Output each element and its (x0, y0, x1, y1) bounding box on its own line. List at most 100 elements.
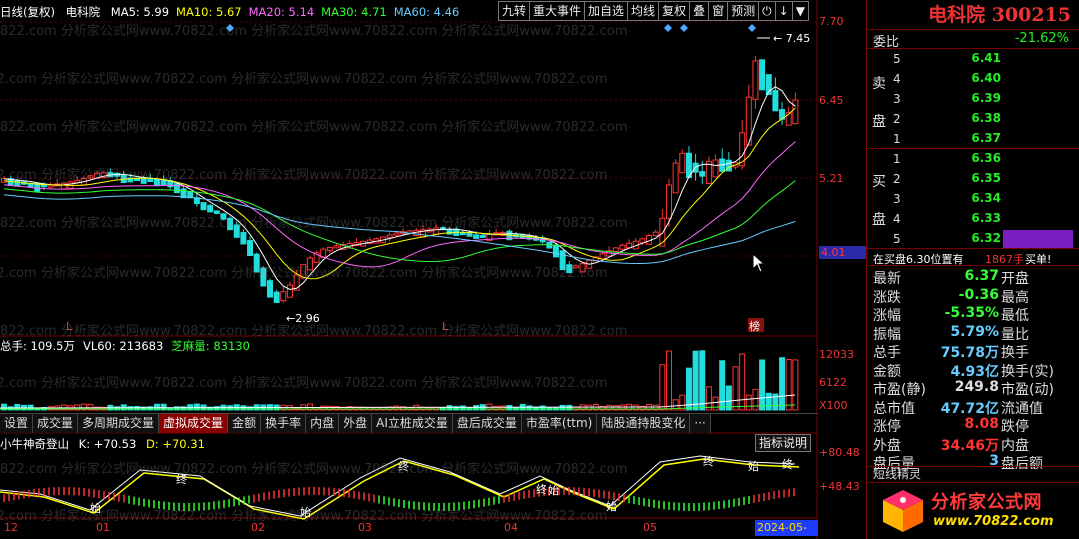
quote-value: 75.78万 (940, 345, 999, 361)
indicator-tab[interactable]: 换手率 (261, 414, 307, 433)
candle-body (286, 284, 293, 298)
level-number: 1 (893, 132, 901, 146)
indicator-tab[interactable]: 盘后成交量 (452, 414, 522, 433)
sell-level-row[interactable]: 4 6.40 (867, 69, 1079, 89)
buy-level-row[interactable]: 4 6.33 (867, 209, 1079, 229)
candle-body (14, 179, 21, 187)
candle-body (393, 232, 400, 236)
quote-label: 最高 (1001, 289, 1029, 306)
toolbar-button[interactable]: 加自选 (584, 1, 629, 21)
indicator-help-button[interactable]: 指标说明 (755, 434, 812, 452)
indicator-tab[interactable]: 外盘 (339, 414, 373, 433)
toolbar-button[interactable]: ▼ (791, 1, 809, 21)
toolbar-button[interactable]: 叠 (689, 1, 710, 21)
quote-label: 市盈(静) (873, 382, 926, 398)
indicator-tab[interactable]: 金额 (228, 414, 262, 433)
sell-level-row[interactable]: 1 6.37 (867, 129, 1079, 149)
toolbar-button[interactable]: 复权 (658, 1, 691, 21)
event-diamond-icon (226, 24, 234, 32)
quote-label: 涨幅 (873, 308, 901, 324)
quote-row: 涨跌 -0.36 最高 (867, 287, 1079, 306)
candle-body (326, 247, 333, 252)
quote-value: 34.46万 (940, 437, 999, 454)
candle-body (87, 175, 94, 179)
indicator-tab[interactable]: 多周期成交量 (78, 414, 160, 433)
quote-row: 涨停 8.08 跌停 (867, 416, 1079, 435)
date-tick: 04 (504, 521, 518, 534)
volume-bar (752, 388, 759, 411)
indicator-signal-label: 始 (300, 505, 311, 519)
toolbar-button[interactable]: 预测 (727, 1, 760, 21)
candle-body (173, 183, 180, 194)
order-ratio-row: 委比 -21.62% (867, 30, 1079, 50)
toolbar-button[interactable]: 均线 (627, 1, 660, 21)
level-number: 2 (893, 112, 901, 126)
quote-label: 最低 (1001, 308, 1029, 324)
candle-body (260, 267, 267, 287)
event-diamond-icon (680, 24, 688, 32)
signal-L-marker: L (442, 320, 449, 333)
sell-level-row[interactable]: 5 6.41 (867, 49, 1079, 69)
candle-body (659, 217, 666, 247)
volume-header: 总手: 109.5万 VL60: 213683 芝麻量: 83130 (0, 338, 258, 354)
kline-chart-area[interactable]: ← 7.45 ←2.96 L L 榜始始始始始终终终终终 (0, 0, 818, 539)
quote-label: 市盈(动) (1001, 382, 1054, 398)
toolbar-button[interactable]: 窗 (708, 1, 729, 21)
toolbar-button[interactable]: ↓ (774, 1, 793, 21)
candle-body (280, 291, 287, 302)
candle-body (200, 202, 207, 211)
price-tick-current: 4.01 (819, 246, 869, 259)
level-number: 4 (893, 212, 901, 226)
volume-header-item: 芝麻量: 83130 (171, 339, 250, 353)
candle-body (459, 232, 466, 236)
toolbar-button[interactable]: ⏻ (758, 1, 776, 21)
buy-level-row[interactable]: 2 6.35 (867, 169, 1079, 189)
indicator-tab[interactable]: 市盈率(ttm) (521, 414, 598, 433)
signal-L-marker: L (66, 320, 73, 333)
level-number: 1 (893, 152, 901, 166)
indicator-header: 小牛神奇登山 K: +70.53 D: +70.31 (0, 436, 211, 452)
volume-unit: X100 (819, 399, 848, 412)
high-price-label: ← 7.45 (773, 32, 810, 45)
sell-level-row[interactable]: 3 6.39 (867, 89, 1079, 109)
toolbar-button[interactable]: 重大事件 (529, 1, 586, 21)
price-tick: 6.45 (819, 94, 844, 107)
sell-level-row[interactable]: 2 6.38 (867, 109, 1079, 129)
alert-volume: 1867手 (985, 253, 1024, 266)
level-price: 6.32 (971, 231, 1001, 245)
event-diamond-icon (748, 24, 756, 32)
big-order-alert[interactable]: 在买盘6.30位置有 1867手 买单! (867, 249, 1079, 266)
indicator-tab[interactable]: 虚拟成交量 (159, 414, 229, 433)
indicator-tab[interactable]: AI立桩成交量 (372, 414, 453, 433)
volume-bar (779, 357, 786, 411)
order-ratio-value: -21.62% (1014, 31, 1069, 46)
level-price: 6.33 (971, 211, 1001, 225)
alert-text: 在买盘6.30位置有 (873, 253, 964, 266)
buy-level-row[interactable]: 1 6.36 (867, 149, 1079, 169)
price-tick: 5.21 (819, 172, 844, 185)
quote-label: 总市值 (873, 400, 915, 417)
indicator-tab[interactable]: ··· (690, 414, 711, 433)
toolbar-button[interactable]: 九转 (498, 1, 531, 21)
volume-bar (147, 406, 154, 411)
indicator-signal-label: 终 (703, 454, 714, 468)
buy-level-row[interactable]: 5 6.32 (867, 229, 1079, 249)
price-tick: 7.70 (819, 15, 844, 28)
date-axis: 12 01 02 03 04 05 2024-05-28 二 (0, 519, 818, 539)
buy-level-row[interactable]: 3 6.34 (867, 189, 1079, 209)
indicator-tab[interactable]: 设置 (0, 414, 34, 433)
quote-value: 249.8 (954, 379, 999, 395)
site-url: www.70822.com (933, 514, 1054, 529)
level-number: 3 (893, 92, 901, 106)
level-price: 6.37 (971, 131, 1001, 145)
indicator-signal-label: 始 (748, 459, 759, 473)
volume-header-item: 总手: 109.5万 (0, 339, 75, 353)
candle-body (759, 59, 766, 91)
candle-body (479, 234, 486, 238)
date-tick: 02 (251, 521, 265, 534)
indicator-tab[interactable]: 陆股通持股变化 (597, 414, 691, 433)
short-sprite-header[interactable]: 短线精灵 (867, 466, 1079, 483)
candle-body (672, 162, 679, 194)
indicator-tab[interactable]: 成交量 (33, 414, 79, 433)
indicator-tab[interactable]: 内盘 (306, 414, 340, 433)
